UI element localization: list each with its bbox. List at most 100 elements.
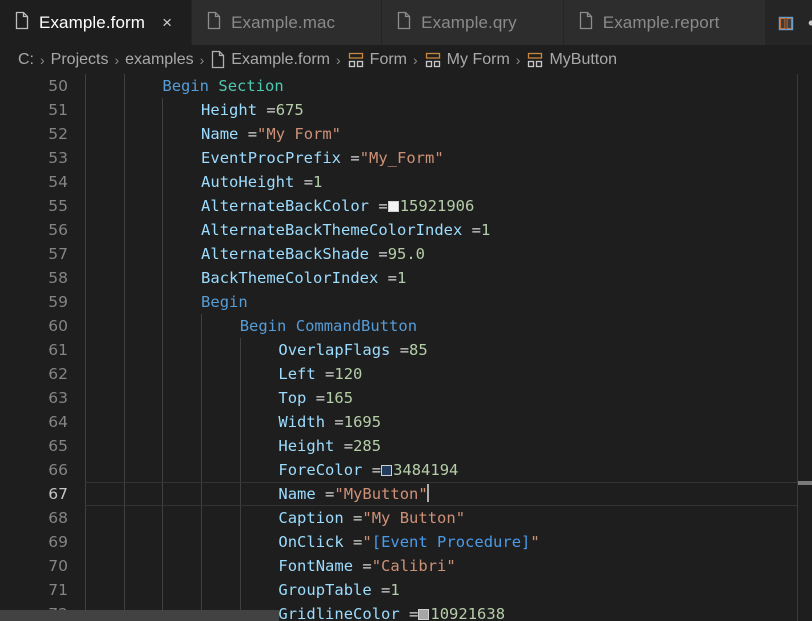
editor-tab-example-form[interactable]: Example.form × [0, 0, 193, 45]
line-number: 69 [48, 533, 68, 551]
line-number: 53 [48, 149, 68, 167]
code-line[interactable]: 50 Begin Section [0, 74, 812, 98]
editor-tab-example-qry[interactable]: Example.qry× [382, 0, 564, 45]
token-str: " [362, 533, 372, 551]
token-prop: Width [278, 413, 326, 431]
code-line[interactable]: 69 OnClick ="[Event Procedure]" [0, 530, 812, 554]
code-line[interactable]: 66 ForeColor = 3484194 [0, 458, 812, 482]
token-prop: OnClick [278, 533, 344, 551]
code-line[interactable]: 58 BackThemeColorIndex =1 [0, 266, 812, 290]
code-line[interactable]: 63 Top =165 [0, 386, 812, 410]
token-prop: GroupTable [278, 581, 372, 599]
code-text: Name ="My Form" [201, 122, 341, 146]
line-number: 66 [48, 461, 68, 479]
code-text: Top =165 [278, 386, 353, 410]
line-number: 60 [48, 317, 68, 335]
breadcrumb-separator: › [515, 51, 521, 68]
code-line[interactable]: 54 AutoHeight =1 [0, 170, 812, 194]
code-line[interactable]: 51 Height =675 [0, 98, 812, 122]
code-line[interactable]: 64 Width =1695 [0, 410, 812, 434]
token-op: = [371, 581, 391, 599]
breadcrumb-separator: › [40, 51, 45, 68]
token-prop: Caption [278, 509, 344, 527]
token-prop: Name [201, 125, 239, 143]
code-editor[interactable]: 50 Begin Section 51 Height =675 52 Name ="My … [0, 74, 812, 621]
code-line[interactable]: 52 Name ="My Form" [0, 122, 812, 146]
breadcrumb-separator: › [114, 51, 120, 68]
code-line[interactable]: 70 FontName ="Calibri" [0, 554, 812, 578]
breadcrumb-item-c[interactable]: C: [18, 51, 34, 69]
token-op: = [294, 173, 314, 191]
token-num: 85 [409, 341, 428, 359]
code-line[interactable]: 60 Begin CommandButton [0, 314, 812, 338]
editor-tab-bar: Example.form×Example.mac×Example.qry×Exa… [0, 0, 812, 45]
line-number: 59 [48, 293, 68, 311]
close-icon[interactable]: × [156, 12, 178, 34]
code-line[interactable]: 71 GroupTable =1 [0, 578, 812, 602]
file-icon [396, 11, 412, 35]
token-prop: Height [201, 101, 258, 119]
line-number: 68 [48, 509, 68, 527]
split-editor-icon[interactable] [772, 9, 800, 37]
code-line[interactable]: 62 Left =120 [0, 362, 812, 386]
text-cursor [426, 484, 429, 502]
token-type2: CommandButton [295, 317, 418, 335]
token-op: = [325, 413, 344, 431]
breadcrumb-item-label: Example.form [231, 50, 330, 68]
token-op: = [362, 461, 382, 479]
code-text: FontName ="Calibri" [278, 554, 455, 578]
color-swatch[interactable] [387, 201, 399, 212]
token-str: "MyButton" [334, 485, 428, 503]
line-number: 64 [48, 413, 68, 431]
token-str: "My Form" [257, 125, 342, 143]
code-text: Left =120 [278, 362, 362, 386]
code-line[interactable]: 68 Caption ="My Button" [0, 506, 812, 530]
code-text: OverlapFlags =85 [278, 338, 427, 362]
code-text: Begin CommandButton [240, 314, 417, 338]
overview-ruler-border [797, 74, 798, 621]
line-number: 55 [48, 197, 68, 215]
code-line[interactable]: 65 Height =285 [0, 434, 812, 458]
editor-tab-example-report[interactable]: Example.report× [563, 0, 767, 45]
line-number: 65 [48, 437, 68, 455]
breadcrumb-item-mybutton[interactable]: MyButton [526, 51, 617, 69]
color-swatch[interactable] [381, 465, 393, 476]
horizontal-scrollbar[interactable] [0, 610, 812, 621]
breadcrumb-item-exampleform[interactable]: Example.form [210, 50, 330, 69]
code-line[interactable]: 57 AlternateBackShade =95.0 [0, 242, 812, 266]
token-op [209, 77, 218, 95]
code-line[interactable]: 56 AlternateBackThemeColorIndex =1 [0, 218, 812, 242]
breadcrumb-item-projects[interactable]: Projects [51, 51, 109, 69]
token-str: " [530, 533, 540, 551]
code-text: Height =675 [201, 98, 304, 122]
token-kw: Begin [162, 77, 210, 95]
editor-tab-example-mac[interactable]: Example.mac× [192, 0, 383, 45]
breadcrumb-item-label: examples [125, 50, 194, 68]
token-op: = [343, 509, 363, 527]
code-line[interactable]: 59 Begin [0, 290, 812, 314]
horizontal-scrollbar-thumb[interactable] [0, 610, 279, 621]
more-actions-button[interactable]: ••• [806, 9, 812, 37]
code-line[interactable]: 53 EventProcPrefix ="My_Form" [0, 146, 812, 170]
code-text: ForeColor = 3484194 [278, 458, 458, 482]
code-text: AlternateBackThemeColorIndex =1 [201, 218, 490, 242]
tab-label: Example.mac [231, 12, 336, 32]
token-prop: EventProcPrefix [201, 149, 342, 167]
breadcrumb-item-form[interactable]: Form [347, 51, 407, 69]
code-line[interactable]: 55 AlternateBackColor = 15921906 [0, 194, 812, 218]
breadcrumb-item-label: Form [369, 50, 407, 68]
code-line[interactable]: 61 OverlapFlags =85 [0, 338, 812, 362]
breadcrumb-separator: › [336, 51, 341, 68]
token-op: = [315, 365, 335, 383]
line-number: 50 [48, 77, 68, 95]
breadcrumb-item-label: C: [18, 50, 34, 68]
breadcrumb-item-examples[interactable]: examples [125, 51, 193, 69]
breadcrumb-item-myform[interactable]: My Form [424, 51, 510, 69]
code-text: Name ="MyButton" [278, 482, 429, 506]
code-text: Height =285 [278, 434, 381, 458]
line-number: 61 [48, 341, 68, 359]
breadcrumb-item-label: My Form [446, 50, 510, 68]
tab-label: Example.qry [421, 12, 517, 32]
token-op: = [353, 557, 372, 575]
code-line[interactable]: 67 Name ="MyButton" [0, 482, 812, 506]
